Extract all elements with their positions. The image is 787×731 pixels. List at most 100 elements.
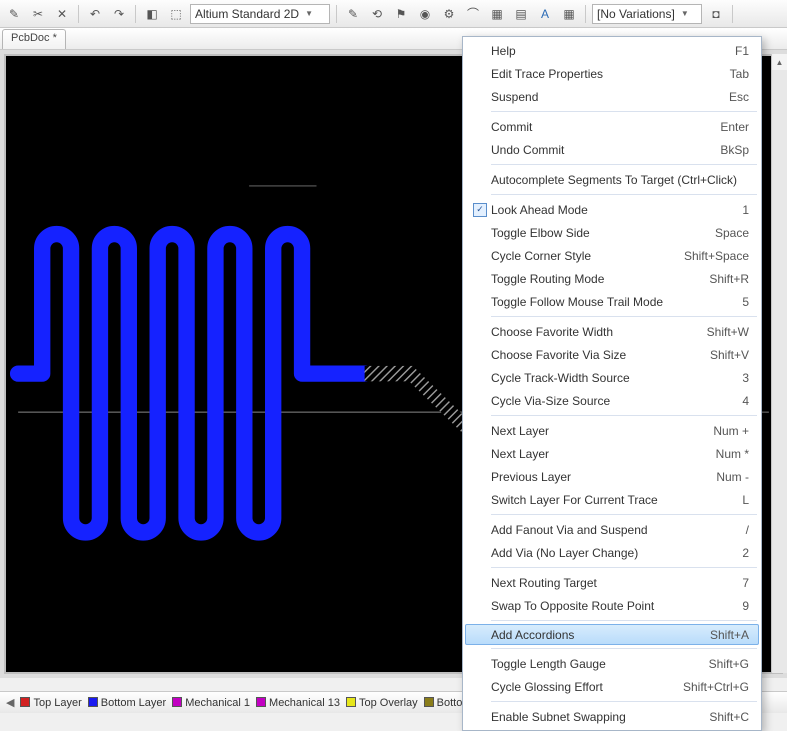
menu-item[interactable]: Choose Favorite Via SizeShift+V (465, 343, 759, 366)
layer-label: Top Overlay (359, 697, 418, 709)
menu-separator (491, 316, 757, 317)
menu-item-label: Undo Commit (491, 143, 712, 157)
menu-item-label: Cycle Glossing Effort (491, 680, 675, 694)
separator (585, 5, 586, 23)
tool-icon[interactable]: ◘ (706, 4, 726, 24)
menu-item[interactable]: SuspendEsc (465, 85, 759, 108)
tool-icon[interactable]: ✂ (28, 4, 48, 24)
menu-item-label: Add Accordions (491, 628, 702, 642)
menu-item[interactable]: Undo CommitBkSp (465, 138, 759, 161)
menu-item-label: Toggle Follow Mouse Trail Mode (491, 295, 734, 309)
tool-icon[interactable]: ◧ (142, 4, 162, 24)
menu-item[interactable]: Cycle Track-Width Source3 (465, 366, 759, 389)
menu-item[interactable]: Previous LayerNum - (465, 465, 759, 488)
menu-item[interactable]: Edit Trace PropertiesTab (465, 62, 759, 85)
layer-status-item[interactable]: Mechanical 1 (172, 697, 250, 709)
menu-item-label: Next Layer (491, 447, 708, 461)
menu-item-label: Toggle Length Gauge (491, 657, 701, 671)
view-mode-value: Altium Standard 2D (195, 7, 299, 21)
menu-item-label: Add Via (No Layer Change) (491, 546, 734, 560)
tool-icon[interactable]: ✕ (52, 4, 72, 24)
menu-item-label: Next Layer (491, 424, 705, 438)
menu-item[interactable]: Add Fanout Via and Suspend/ (465, 518, 759, 541)
menu-item-shortcut: Tab (722, 67, 749, 81)
scroll-up-icon[interactable]: ▲ (772, 54, 787, 70)
tool-icon[interactable]: ⬚ (166, 4, 186, 24)
text-tool-icon[interactable]: A (535, 4, 555, 24)
menu-item[interactable]: Cycle Corner StyleShift+Space (465, 244, 759, 267)
menu-item[interactable]: Enable Subnet SwappingShift+C (465, 705, 759, 728)
tool-icon[interactable]: ⟲ (367, 4, 387, 24)
tool-icon[interactable]: ▤ (511, 4, 531, 24)
layer-color-swatch (346, 697, 356, 707)
menu-item[interactable]: Swap To Opposite Route Point9 (465, 594, 759, 617)
tool-icon[interactable]: ▦ (487, 4, 507, 24)
routing-context-menu: HelpF1Edit Trace PropertiesTabSuspendEsc… (462, 36, 762, 731)
menu-item-shortcut: 5 (734, 295, 749, 309)
document-tab-label: PcbDoc * (11, 32, 57, 44)
menu-item-shortcut: 7 (734, 576, 749, 590)
menu-item[interactable]: Next Routing Target7 (465, 571, 759, 594)
tool-icon[interactable]: ⌒ (463, 4, 483, 24)
menu-item-label: Choose Favorite Via Size (491, 348, 702, 362)
variations-combo[interactable]: [No Variations] ▼ (592, 4, 702, 24)
menu-item-shortcut: BkSp (712, 143, 749, 157)
menu-item[interactable]: Toggle Routing ModeShift+R (465, 267, 759, 290)
layer-status-item[interactable]: Bottom Layer (88, 697, 166, 709)
menu-item-label: Edit Trace Properties (491, 67, 722, 81)
tool-icon[interactable]: ⚑ (391, 4, 411, 24)
menu-item[interactable]: Toggle Follow Mouse Trail Mode5 (465, 290, 759, 313)
menu-item-shortcut: Space (707, 226, 749, 240)
layer-status-item[interactable]: Top Overlay (346, 697, 418, 709)
check-icon: ✓ (473, 203, 487, 217)
tool-icon[interactable]: ◉ (415, 4, 435, 24)
document-tab[interactable]: PcbDoc * (2, 29, 66, 49)
menu-separator (491, 567, 757, 568)
menu-item[interactable]: Cycle Via-Size Source4 (465, 389, 759, 412)
layer-color-swatch (256, 697, 266, 707)
menu-item-shortcut: Shift+V (702, 348, 749, 362)
layer-color-swatch (172, 697, 182, 707)
menu-item[interactable]: CommitEnter (465, 115, 759, 138)
view-mode-combo[interactable]: Altium Standard 2D ▼ (190, 4, 330, 24)
menu-item[interactable]: Add AccordionsShift+A (465, 624, 759, 645)
separator (336, 5, 337, 23)
menu-item[interactable]: Toggle Elbow SideSpace (465, 221, 759, 244)
layer-label: Top Layer (33, 697, 81, 709)
menu-item-shortcut: Shift+R (701, 272, 749, 286)
menu-item[interactable]: ✓Look Ahead Mode1 (465, 198, 759, 221)
chevron-down-icon: ▼ (681, 9, 689, 18)
menu-item[interactable]: Add Via (No Layer Change)2 (465, 541, 759, 564)
vertical-scrollbar[interactable]: ▲ (771, 54, 787, 673)
menu-item[interactable]: Toggle Length GaugeShift+G (465, 652, 759, 675)
layer-status-item[interactable]: Mechanical 13 (256, 697, 340, 709)
menu-separator (491, 701, 757, 702)
menu-separator (491, 194, 757, 195)
grid-icon[interactable]: ▦ (559, 4, 579, 24)
tool-icon[interactable]: ✎ (4, 4, 24, 24)
layer-status-item[interactable]: Top Layer (20, 697, 81, 709)
menu-item[interactable]: Choose Favorite WidthShift+W (465, 320, 759, 343)
menu-item[interactable]: Next LayerNum + (465, 419, 759, 442)
menu-item[interactable]: Autocomplete Segments To Target (Ctrl+Cl… (465, 168, 759, 191)
tool-icon[interactable]: ⚙ (439, 4, 459, 24)
menu-item-label: Cycle Track-Width Source (491, 371, 734, 385)
redo-icon[interactable]: ↷ (109, 4, 129, 24)
menu-separator (491, 514, 757, 515)
layer-label: Mechanical 13 (269, 697, 340, 709)
menu-item[interactable]: Next LayerNum * (465, 442, 759, 465)
menu-item[interactable]: Cycle Glossing EffortShift+Ctrl+G (465, 675, 759, 698)
menu-item-shortcut: Shift+Ctrl+G (675, 680, 749, 694)
menu-item-shortcut: L (734, 493, 749, 507)
menu-item-label: Enable Subnet Swapping (491, 710, 701, 724)
menu-item-gutter: ✓ (469, 203, 491, 217)
status-handle-icon: ◀ (6, 696, 14, 709)
undo-icon[interactable]: ↶ (85, 4, 105, 24)
menu-item-shortcut: 3 (734, 371, 749, 385)
menu-separator (491, 648, 757, 649)
layer-color-swatch (424, 697, 434, 707)
tool-icon[interactable]: ✎ (343, 4, 363, 24)
menu-item-shortcut: Num * (708, 447, 749, 461)
menu-item[interactable]: HelpF1 (465, 39, 759, 62)
menu-item[interactable]: Switch Layer For Current TraceL (465, 488, 759, 511)
